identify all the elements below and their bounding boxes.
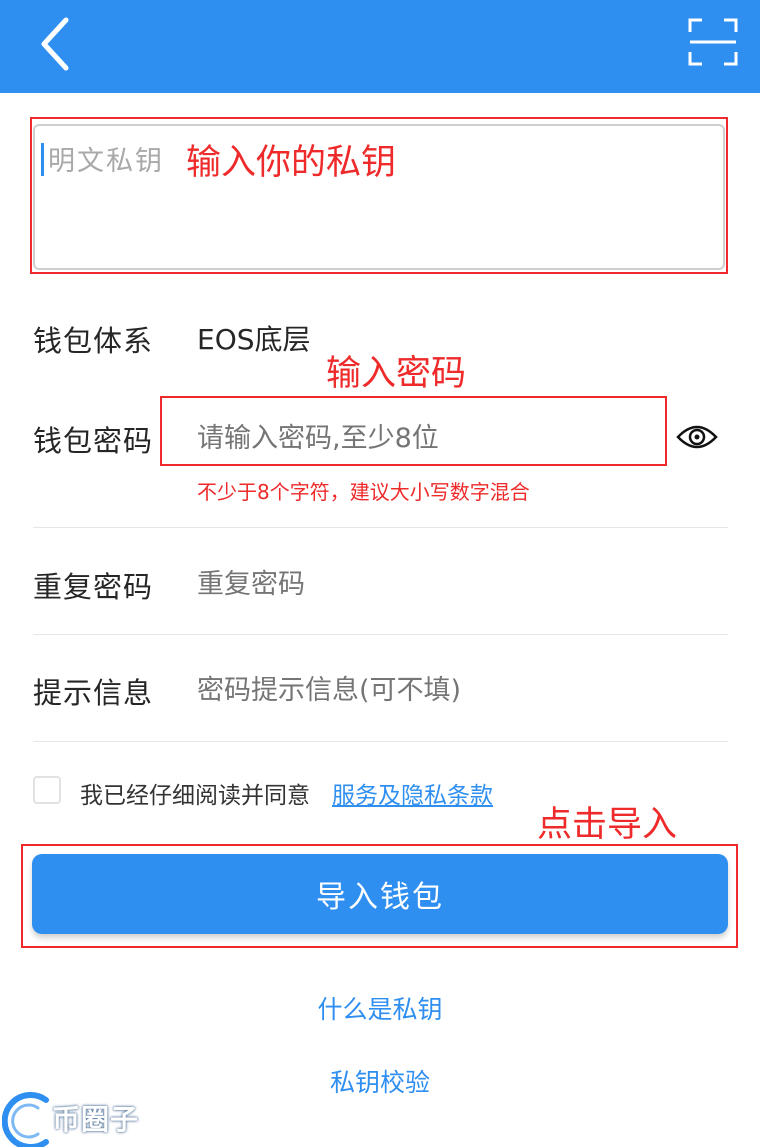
password-requirement-hint: 不少于8个字符，建议大小写数字混合 (197, 480, 530, 504)
divider (33, 741, 728, 742)
terms-link[interactable]: 服务及隐私条款 (332, 776, 493, 810)
import-wallet-button[interactable]: 导入钱包 (32, 854, 728, 934)
wallet-password-input[interactable] (197, 418, 657, 458)
chevron-left-icon (41, 17, 69, 71)
annotation-key-label: 输入你的私钥 (186, 143, 397, 183)
agreement-checkbox[interactable] (33, 776, 61, 804)
scan-button[interactable] (688, 18, 738, 66)
agreement-text: 我已经仔细阅读并同意 (80, 783, 310, 809)
annotation-import-label: 点击导入 (537, 805, 678, 845)
wallet-system-label: 钱包体系 (33, 324, 154, 358)
import-wallet-page: 明文私钥 输入你的私钥 钱包体系 EOS底层 输入密码 钱包密码 不少于8个字符… (0, 0, 760, 1147)
toggle-password-visibility[interactable] (676, 420, 718, 454)
top-bar (0, 0, 760, 93)
what-is-private-key-link[interactable]: 什么是私钥 (0, 990, 760, 1026)
divider (33, 634, 728, 635)
back-button[interactable] (36, 16, 76, 72)
password-hint-label: 提示信息 (33, 676, 154, 710)
repeat-password-input[interactable] (197, 564, 697, 604)
wallet-password-label: 钱包密码 (33, 424, 154, 458)
wallet-system-value: EOS底层 (197, 323, 311, 356)
scan-frame-icon (688, 18, 738, 66)
divider (33, 527, 728, 528)
eye-icon (676, 425, 718, 449)
password-hint-input[interactable] (197, 670, 717, 710)
repeat-password-label: 重复密码 (33, 570, 154, 604)
watermark-text: 币圈子 (52, 1103, 140, 1136)
annotation-password-label: 输入密码 (326, 354, 467, 394)
